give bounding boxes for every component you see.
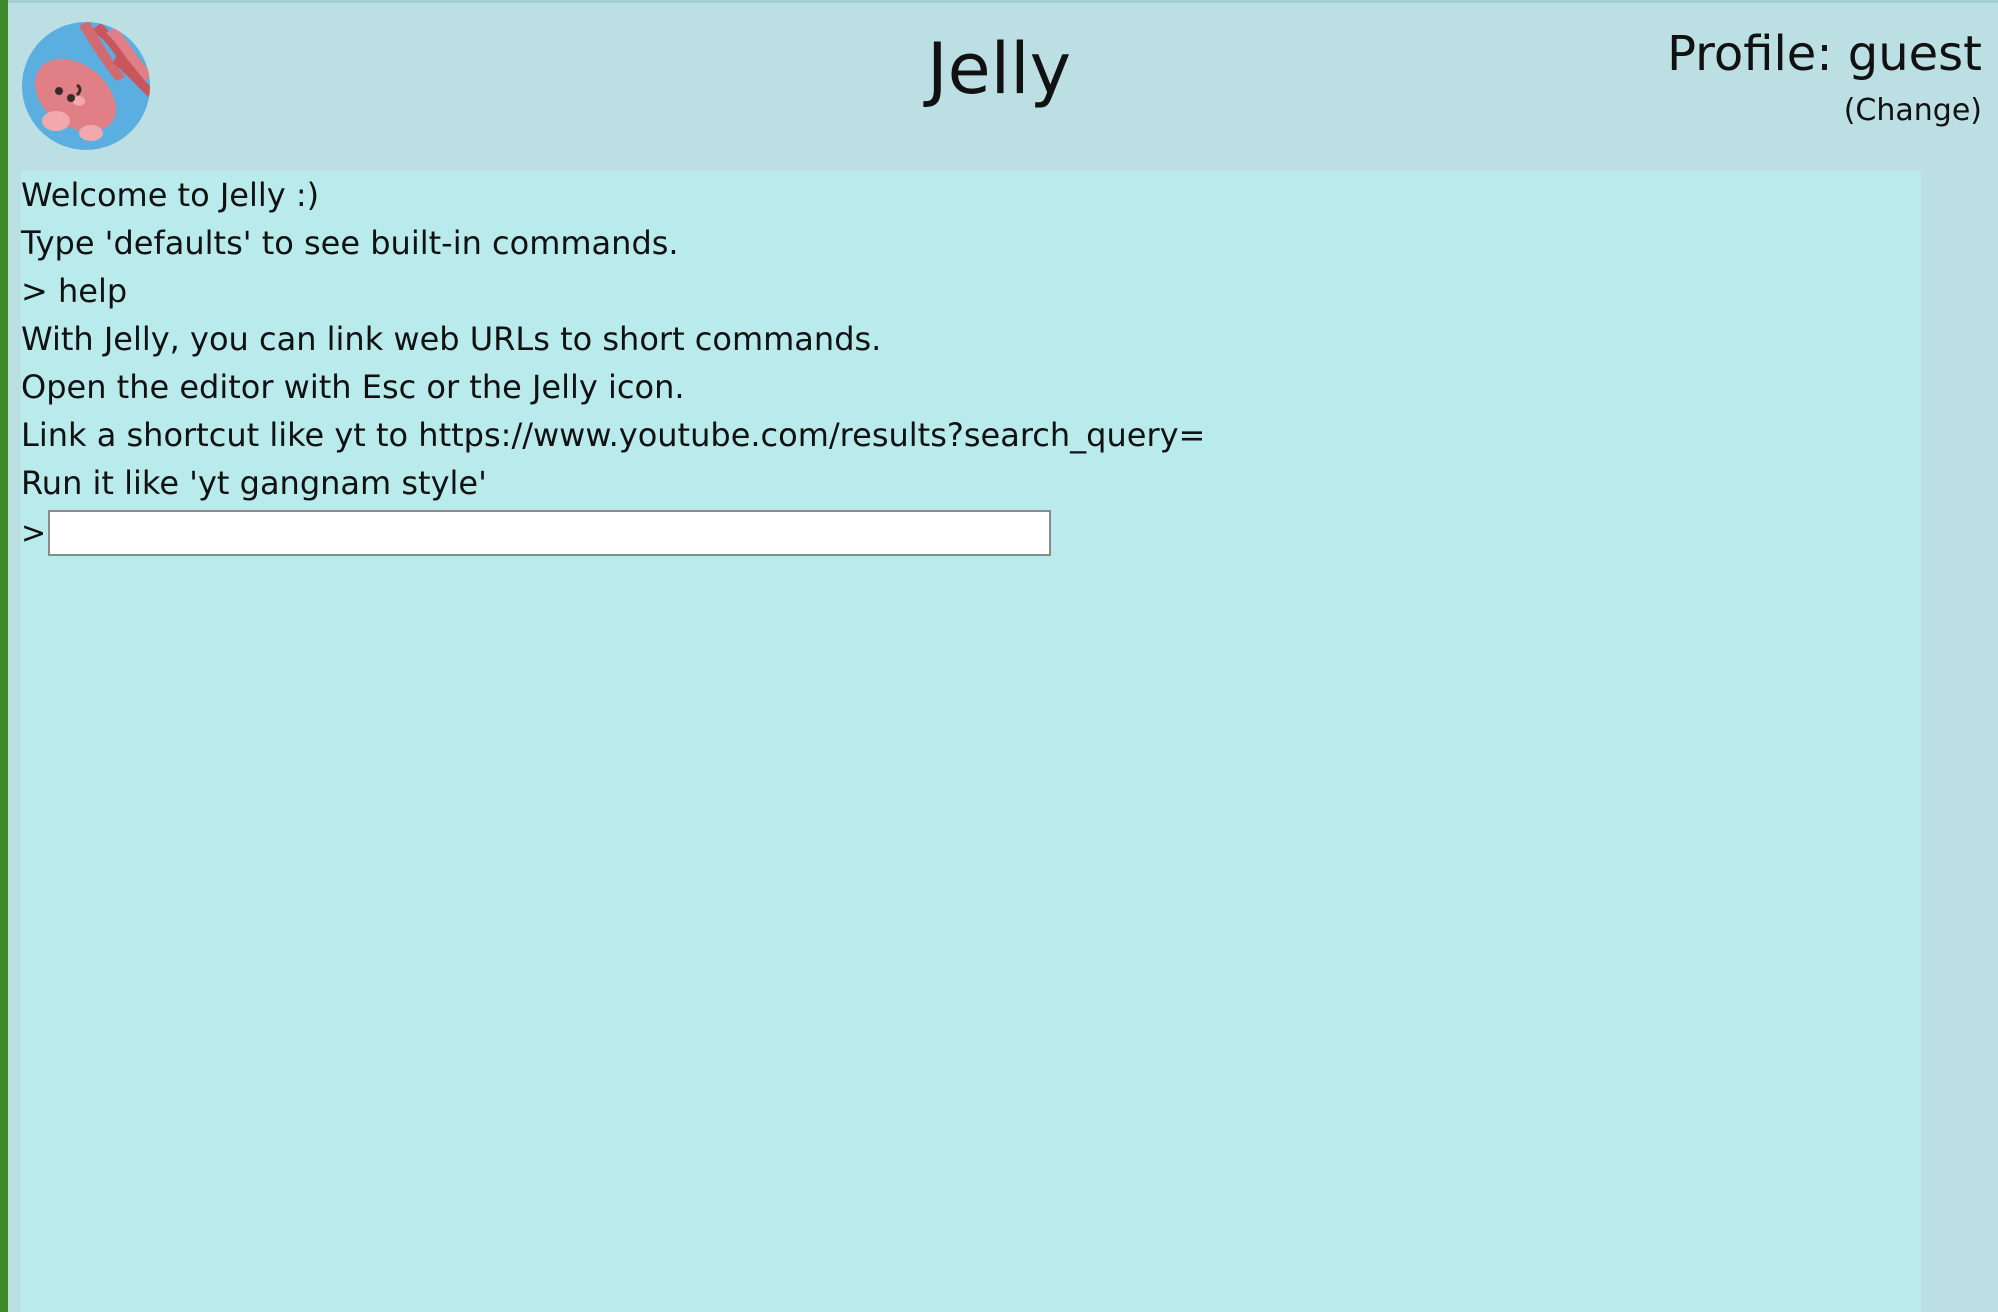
terminal-line-editor-hint: Open the editor with Esc or the Jelly ic…: [21, 368, 685, 406]
terminal-line-help-command: > help: [21, 272, 128, 310]
command-prompt-row: >: [21, 509, 1921, 557]
command-input[interactable]: [48, 510, 1051, 556]
terminal-line-link-example: Link a shortcut like yt to https://www.y…: [21, 416, 1206, 454]
terminal-panel: Welcome to Jelly :) Type 'defaults' to s…: [21, 171, 1921, 1312]
right-gutter: [1921, 171, 1998, 1312]
terminal-line-defaults-hint: Type 'defaults' to see built-in commands…: [21, 224, 679, 262]
profile-block: Profile: guest (Change): [1667, 22, 1982, 134]
prompt-symbol: >: [21, 515, 47, 551]
top-border: [8, 0, 1998, 3]
terminal-line-run-example: Run it like 'yt gangnam style': [21, 464, 487, 502]
left-accent-bar: [0, 0, 8, 1312]
profile-label: Profile: guest: [1667, 26, 1982, 82]
terminal-line-help-intro: With Jelly, you can link web URLs to sho…: [21, 320, 882, 358]
terminal-line-welcome: Welcome to Jelly :): [21, 176, 320, 214]
change-profile-link[interactable]: (Change): [1844, 88, 1982, 134]
